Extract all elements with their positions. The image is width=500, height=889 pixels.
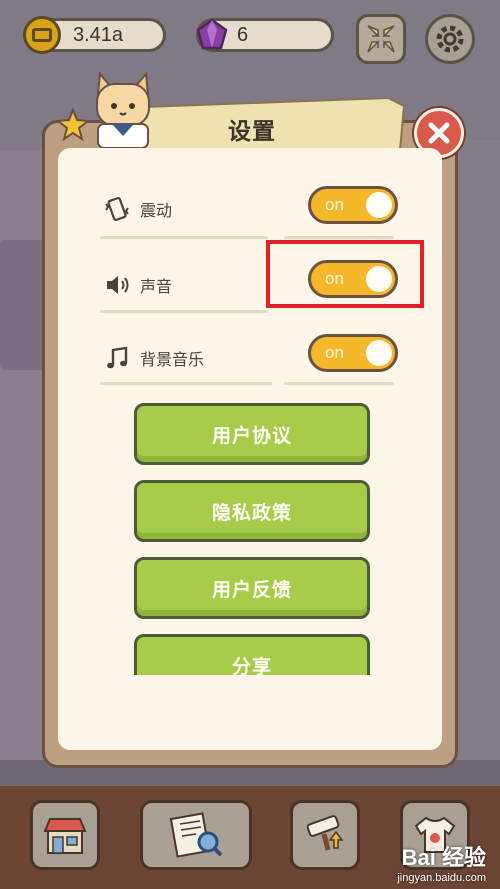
divider <box>100 236 268 239</box>
toggle-knob <box>366 192 392 218</box>
menu-list[interactable]: 用户协议 隐私政策 用户反馈 分享 <box>58 395 442 675</box>
coin-value: 3.41a <box>73 23 124 46</box>
toggle-knob <box>366 340 392 366</box>
decorate-button[interactable] <box>290 800 360 870</box>
privacy-policy-button[interactable]: 隐私政策 <box>134 480 370 542</box>
gem-counter: 6 <box>196 18 334 52</box>
collapse-button[interactable] <box>356 14 406 64</box>
settings-gear-button[interactable] <box>425 14 475 64</box>
sound-label: 声音 <box>140 277 173 296</box>
coin-icon <box>23 16 61 54</box>
share-button[interactable]: 分享 <box>134 634 370 675</box>
divider <box>100 382 272 385</box>
gem-value: 6 <box>237 23 249 46</box>
collapse-arrows-icon <box>367 25 395 53</box>
user-agreement-button[interactable]: 用户协议 <box>134 403 370 465</box>
watermark-url: jingyan.baidu.com <box>397 872 486 884</box>
gear-icon <box>436 25 464 53</box>
vibration-toggle[interactable]: on <box>308 186 398 224</box>
star-icon <box>56 108 90 142</box>
vibration-setting: 震动 <box>104 196 172 222</box>
close-icon <box>428 122 450 144</box>
newspaper-button[interactable] <box>140 800 252 870</box>
baidu-watermark: Bai 经验 jingyan.baidu.com <box>397 840 486 884</box>
music-toggle-state: on <box>325 343 344 362</box>
divider <box>100 310 268 313</box>
dialog-title: 设置 <box>228 119 276 145</box>
speaker-icon <box>107 276 129 294</box>
divider <box>284 382 394 385</box>
user-feedback-button[interactable]: 用户反馈 <box>134 557 370 619</box>
divider <box>284 236 394 239</box>
newspaper-search-icon <box>169 812 223 858</box>
sound-setting: 声音 <box>104 272 172 298</box>
vibration-label: 震动 <box>140 201 173 220</box>
music-note-icon <box>107 346 128 369</box>
vibration-icon <box>105 197 129 221</box>
music-setting: 背景音乐 <box>104 345 204 371</box>
gem-icon <box>196 18 228 50</box>
coin-counter: 3.41a <box>23 16 166 54</box>
watermark-brand: Bai 经验 <box>401 845 486 870</box>
shop-icon <box>43 818 87 854</box>
shop-button[interactable] <box>30 800 100 870</box>
vibration-toggle-state: on <box>325 195 344 214</box>
paint-roller-icon <box>306 815 344 851</box>
music-toggle[interactable]: on <box>308 334 398 372</box>
cat-mascot-icon <box>96 71 150 149</box>
highlight-annotation-box <box>266 240 424 308</box>
music-label: 背景音乐 <box>140 350 205 369</box>
